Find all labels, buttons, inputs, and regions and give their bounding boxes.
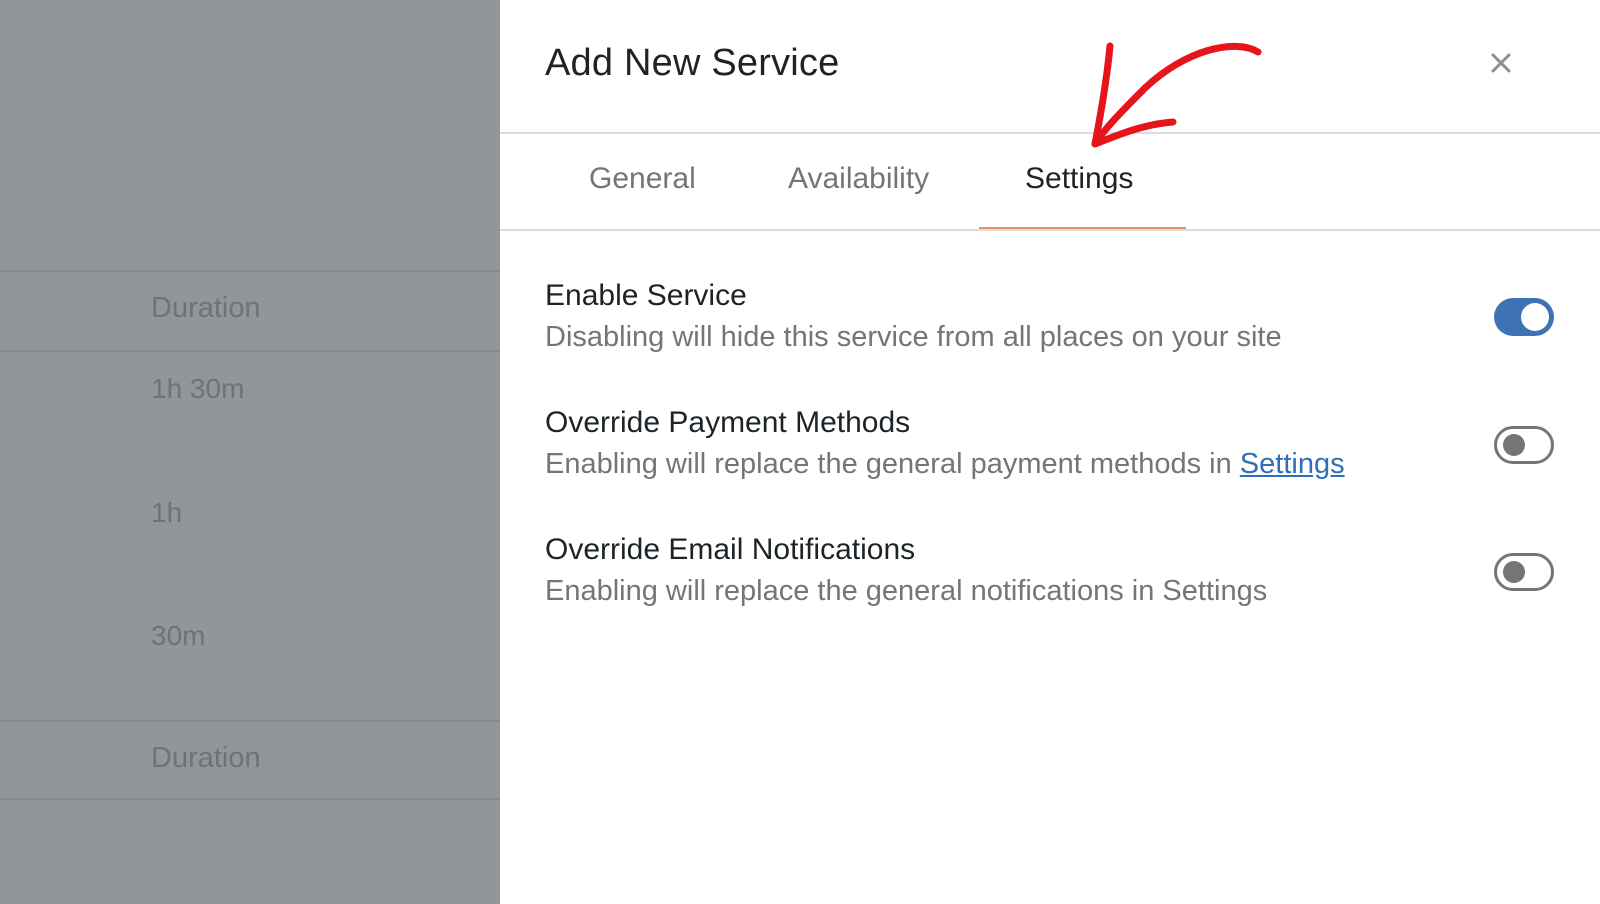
setting-description: Enabling will replace the general paymen… [545,443,1555,485]
table-cell-duration: 30m [151,620,206,651]
close-button[interactable] [1484,46,1518,80]
override-payment-methods-toggle[interactable] [1494,426,1554,464]
override-email-notifications-toggle[interactable] [1494,553,1554,591]
tab-settings[interactable]: Settings [1025,162,1133,196]
tabs-divider [500,229,1600,231]
tab-availability[interactable]: Availability [788,162,929,196]
table-divider [0,350,500,352]
table-divider [0,720,500,722]
table-divider [0,798,500,800]
table-cell-duration: 1h [151,497,183,528]
setting-title: Enable Service [545,279,747,312]
column-header-duration: Duration [151,292,261,324]
column-footer-duration: Duration [151,742,261,774]
add-service-drawer: Add New Service General Availability Set… [500,0,1600,904]
table-cell-duration: 1h 30m [151,373,245,404]
page-backdrop[interactable]: Duration 1h 30m 1h 30m Duration [0,0,500,904]
toggle-knob [1521,303,1549,331]
setting-override-email-notifications: Override Email Notifications Enabling wi… [545,530,1555,612]
tab-bar: General Availability Settings [500,134,1600,230]
setting-description: Enabling will replace the general notifi… [545,575,1268,607]
close-icon [1491,53,1511,73]
enable-service-toggle[interactable] [1494,298,1554,336]
settings-link[interactable]: Settings [1240,448,1345,480]
toggle-knob [1503,434,1525,456]
setting-title: Override Email Notifications [545,533,916,566]
tab-general[interactable]: General [589,162,696,196]
setting-description-text: Enabling will replace the general paymen… [545,448,1240,480]
setting-title: Override Payment Methods [545,406,911,439]
drawer-title: Add New Service [545,42,840,84]
toggle-knob [1503,561,1525,583]
setting-override-payment-methods: Override Payment Methods Enabling will r… [545,403,1555,485]
setting-description: Disabling will hide this service from al… [545,321,1282,353]
setting-enable-service: Enable Service Disabling will hide this … [545,276,1555,358]
table-divider [0,270,500,272]
